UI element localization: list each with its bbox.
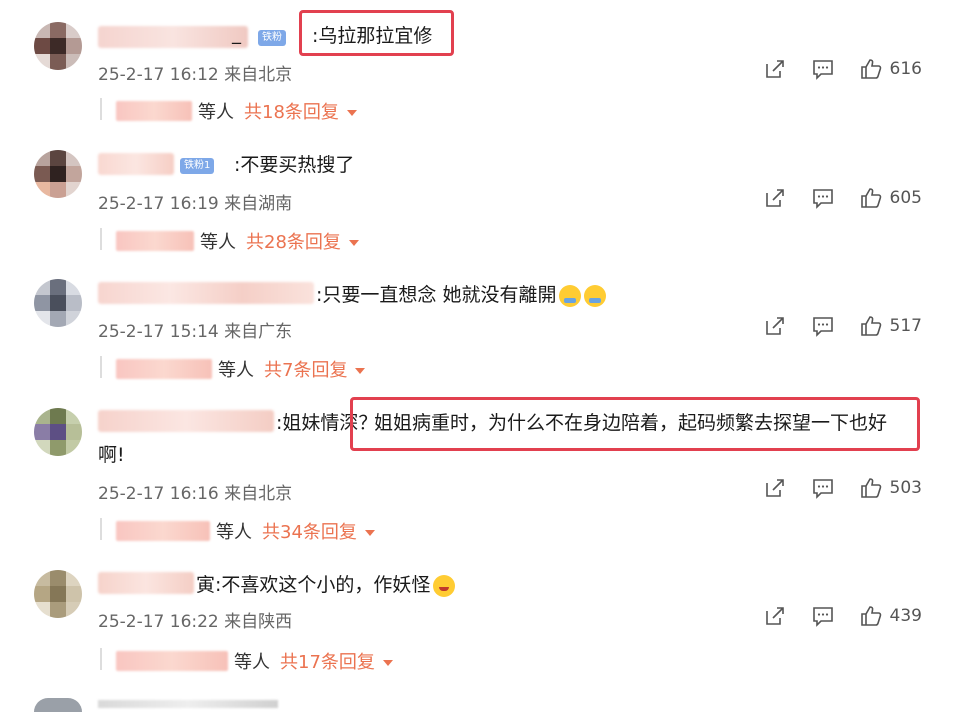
reply-summary[interactable]: 等人 共7条回复 — [116, 356, 366, 382]
comment-meta: 25-2-17 15:14 来自广东 — [98, 322, 293, 342]
share-icon[interactable] — [764, 477, 786, 499]
avatar[interactable] — [34, 22, 82, 70]
reply-usernames — [116, 101, 192, 121]
highlight-box — [350, 397, 920, 451]
like-count: 605 — [889, 188, 922, 208]
comment-meta: 25-2-17 16:22 来自陕西 — [98, 612, 293, 632]
comment-text-continued: 啊! — [98, 444, 125, 466]
comment-actions: 605 — [738, 186, 922, 210]
share-icon[interactable] — [764, 315, 786, 337]
username[interactable] — [98, 282, 314, 304]
reply-count[interactable]: 共18条回复 — [244, 98, 339, 124]
chevron-down-icon[interactable] — [346, 109, 357, 116]
comment-meta: 25-2-17 16:16 来自北京 — [98, 484, 293, 504]
reply-divider — [100, 518, 102, 540]
avatar[interactable] — [34, 570, 82, 618]
like-icon[interactable] — [860, 477, 882, 499]
reply-divider — [100, 98, 102, 120]
comment-text: :只要一直想念 她就没有離開 — [316, 280, 607, 310]
reply-count[interactable]: 共7条回复 — [264, 356, 347, 382]
comment-text: 寅:不喜欢这个小的，作妖怪 — [196, 570, 456, 600]
comment-actions: 503 — [738, 476, 922, 500]
comment-icon[interactable] — [812, 605, 834, 627]
chevron-down-icon[interactable] — [382, 659, 393, 666]
reply-usernames — [116, 231, 194, 251]
reply-summary[interactable]: 等人 共18条回复 — [116, 98, 357, 124]
comment-list: _ 铁粉 :乌拉那拉宜修 25-2-17 16:12 来自北京 616 等人 共… — [0, 0, 960, 712]
comment-icon[interactable] — [812, 477, 834, 499]
comment-text: :不要买热搜了 — [234, 154, 355, 176]
like-count: 439 — [889, 606, 922, 626]
reply-count[interactable]: 共17条回复 — [280, 648, 375, 674]
username[interactable] — [98, 700, 278, 708]
username[interactable] — [98, 572, 194, 594]
reply-summary[interactable]: 等人 共28条回复 — [116, 228, 359, 254]
reply-divider — [100, 228, 102, 250]
reply-divider — [100, 648, 102, 670]
reply-summary[interactable]: 等人 共17条回复 — [116, 648, 393, 674]
smirk-emoji-icon — [433, 574, 456, 597]
avatar[interactable] — [34, 279, 82, 327]
like-icon[interactable] — [860, 315, 882, 337]
comment-actions: 616 — [738, 57, 922, 81]
username[interactable] — [98, 410, 274, 432]
comment-icon[interactable] — [812, 187, 834, 209]
reply-usernames — [116, 651, 228, 671]
username[interactable] — [98, 153, 174, 175]
comment-icon[interactable] — [812, 315, 834, 337]
comment-icon[interactable] — [812, 58, 834, 80]
chevron-down-icon[interactable] — [348, 239, 359, 246]
reply-divider — [100, 356, 102, 378]
avatar[interactable] — [34, 408, 82, 456]
reply-summary[interactable]: 等人 共34条回复 — [116, 518, 375, 544]
like-icon[interactable] — [860, 605, 882, 627]
reply-count[interactable]: 共34条回复 — [262, 518, 357, 544]
comment-actions: 439 — [738, 604, 922, 628]
like-count: 616 — [889, 59, 922, 79]
username[interactable] — [98, 26, 248, 48]
username-suffix: _ — [232, 24, 241, 45]
like-icon[interactable] — [860, 187, 882, 209]
avatar[interactable] — [34, 150, 82, 198]
highlight-box — [299, 10, 454, 56]
share-icon[interactable] — [764, 187, 786, 209]
share-icon[interactable] — [764, 605, 786, 627]
comment-meta: 25-2-17 16:19 来自湖南 — [98, 194, 293, 214]
reply-usernames — [116, 521, 210, 541]
fan-badge: 铁粉 — [258, 30, 286, 46]
share-icon[interactable] — [764, 58, 786, 80]
like-count: 517 — [889, 316, 922, 336]
chevron-down-icon[interactable] — [355, 367, 366, 374]
like-icon[interactable] — [860, 58, 882, 80]
chevron-down-icon[interactable] — [364, 529, 375, 536]
comment-meta: 25-2-17 16:12 来自北京 — [98, 65, 293, 85]
fan-badge: 铁粉1 — [180, 158, 215, 174]
reply-usernames — [116, 359, 212, 379]
like-count: 503 — [889, 478, 922, 498]
hug-emoji-icon — [559, 284, 582, 307]
comment-actions: 517 — [738, 314, 922, 338]
avatar[interactable] — [34, 698, 82, 712]
reply-count[interactable]: 共28条回复 — [246, 228, 341, 254]
hug-emoji-icon — [584, 284, 607, 307]
